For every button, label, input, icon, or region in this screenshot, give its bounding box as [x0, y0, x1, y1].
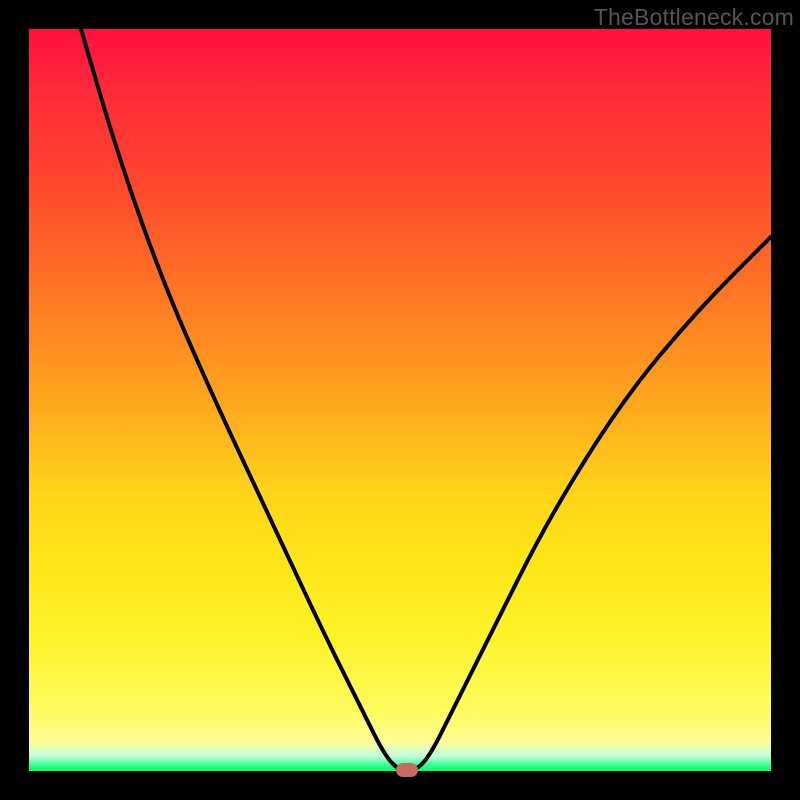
curve-svg — [29, 29, 771, 771]
plot-area — [29, 29, 771, 771]
bottleneck-curve — [81, 29, 771, 771]
chart-stage: TheBottleneck.com — [0, 0, 800, 800]
watermark-label: TheBottleneck.com — [594, 4, 794, 31]
optimum-marker — [396, 763, 418, 777]
